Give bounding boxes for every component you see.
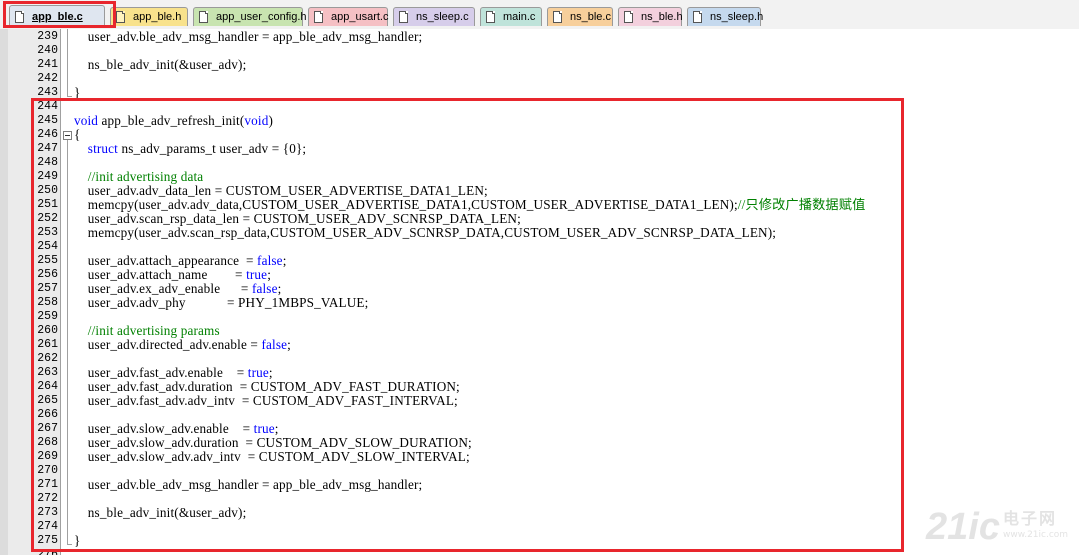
file-tab-bar: app_ble.c app_ble.h app_user_config.h app_u… — [0, 0, 1079, 30]
tab-label: ns_ble.c — [570, 11, 611, 23]
tab-label: app_user_config.h — [216, 11, 307, 23]
tab-highlight-box — [3, 1, 116, 28]
breakpoint-margin[interactable] — [0, 29, 8, 555]
watermark-logo: 21ic 电子网 www.21ic.com — [926, 505, 1068, 549]
watermark-cn: 电子网 — [1002, 509, 1057, 528]
file-icon — [486, 11, 495, 23]
tab-label: main.c — [503, 11, 536, 23]
tab-ns-sleep-h[interactable]: ns_sleep.h — [687, 7, 764, 26]
file-icon — [399, 11, 408, 23]
file-icon — [199, 11, 208, 23]
code-token: ns_ble_adv_init(&user_adv); — [74, 57, 247, 72]
code-line[interactable]: user_adv.ble_adv_msg_handler = app_ble_a… — [74, 30, 422, 44]
tab-label: ns_sleep.h — [710, 11, 764, 23]
code-highlight-box — [31, 98, 904, 552]
tab-main-c[interactable]: main.c — [480, 7, 542, 26]
line-number: 242 — [37, 72, 58, 85]
file-icon — [553, 11, 562, 23]
line-number: 239 — [37, 30, 58, 43]
code-line[interactable]: ns_ble_adv_init(&user_adv); — [74, 58, 246, 72]
file-icon — [314, 11, 323, 23]
tab-app-usart-c[interactable]: app_usart.c — [308, 7, 388, 26]
tab-label: app_ble.h — [133, 11, 182, 23]
watermark-url: www.21ic.com — [1002, 530, 1069, 540]
tab-app-ble-h[interactable]: app_ble.h — [110, 7, 188, 26]
file-icon — [693, 11, 702, 23]
watermark-text: 21ic — [926, 506, 1000, 548]
tab-ns-ble-h[interactable]: ns_ble.h — [618, 7, 683, 26]
tab-label: app_usart.c — [331, 11, 389, 23]
fold-guide-line — [67, 29, 68, 96]
line-number: 240 — [37, 44, 58, 57]
tab-ns-sleep-c[interactable]: ns_sleep.c — [393, 7, 475, 26]
file-icon — [624, 11, 633, 23]
file-icon — [116, 11, 125, 23]
fold-end-marker — [67, 96, 72, 97]
tab-label: ns_ble.h — [641, 11, 683, 23]
tab-app-user-config-h[interactable]: app_user_config.h — [193, 7, 307, 26]
line-number: 241 — [37, 58, 58, 71]
tab-label: ns_sleep.c — [416, 11, 469, 23]
tab-ns-ble-c[interactable]: ns_ble.c — [547, 7, 613, 26]
code-token: user_adv.ble_adv_msg_handler = app_ble_a… — [74, 29, 423, 44]
